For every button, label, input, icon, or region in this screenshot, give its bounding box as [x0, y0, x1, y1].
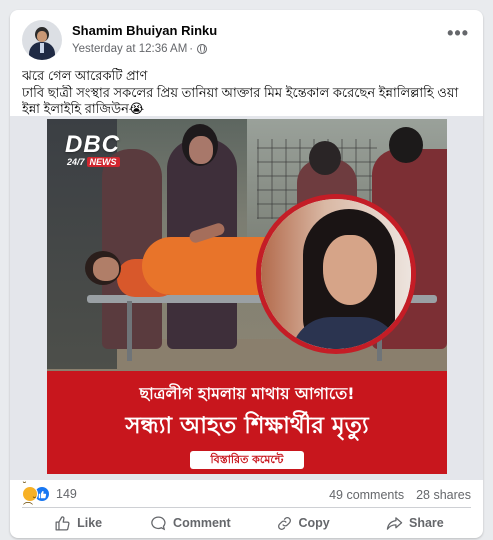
logo-main-text: DBC	[65, 131, 120, 158]
news-banner: ছাত্রলীগ হামলায় মাথায় আগাতে! সন্ধ্যা আ…	[47, 371, 447, 474]
like-label: Like	[77, 516, 103, 530]
post-timestamp[interactable]: Yesterday at 12:36 AM	[72, 43, 187, 55]
comments-count[interactable]: 49 comments	[329, 488, 404, 502]
sad-reaction-icon: ˘︵˘	[22, 481, 38, 507]
share-label: Share	[409, 516, 444, 530]
globe-icon	[197, 44, 208, 54]
like-icon	[55, 515, 70, 531]
shares-count[interactable]: 28 shares	[416, 488, 471, 502]
author-name[interactable]: Shamim Bhuiyan Rinku	[72, 23, 217, 38]
author-avatar[interactable]	[22, 20, 62, 60]
banner-headline: সন্ধ্যা আহত শিক্ষার্থীর মৃত্যু	[125, 413, 369, 439]
banner-details-pill: বিস্তারিত কমেন্টে	[190, 451, 304, 469]
banner-subheadline: ছাত্রলীগ হামলায় মাথায় আগাতে!	[139, 384, 355, 403]
engagement-counts: 49 comments 28 shares	[329, 488, 471, 502]
post-meta: Yesterday at 12:36 AM ·	[72, 43, 208, 55]
share-button[interactable]: Share	[359, 509, 471, 537]
more-options-icon[interactable]: •••	[447, 24, 469, 42]
share-icon	[386, 516, 403, 530]
action-divider	[22, 507, 471, 508]
news-photo[interactable]: DBC 24/7 NEWS ছাত্রলীগ হামলায় মাথায় আগা…	[47, 119, 447, 474]
reaction-count: 149	[56, 487, 77, 501]
portrait-inset	[256, 194, 416, 354]
post-stats: ˘︵˘ 149 49 comments 28 shares	[22, 481, 471, 507]
comment-icon	[151, 515, 166, 530]
logo-sub-text: 24/7 NEWS	[67, 157, 120, 167]
post-card: Shamim Bhuiyan Rinku Yesterday at 12:36 …	[10, 10, 483, 538]
reactions-summary[interactable]: ˘︵˘ 149	[22, 481, 77, 507]
action-bar: Like Comment Copy Share	[22, 509, 471, 537]
post-text-line: ঝরে গেল আরেকটি প্রাণ	[22, 68, 148, 83]
link-icon	[277, 516, 291, 530]
copy-button[interactable]: Copy	[247, 509, 359, 537]
comment-label: Comment	[173, 516, 231, 530]
post-header: Shamim Bhuiyan Rinku Yesterday at 12:36 …	[22, 20, 471, 64]
copy-label: Copy	[298, 516, 330, 530]
comment-button[interactable]: Comment	[134, 509, 246, 537]
like-button[interactable]: Like	[22, 509, 134, 537]
meta-separator: ·	[189, 43, 194, 55]
post-text-line: ঢাবি ছাত্রী সংস্থার সকলের প্রিয় তানিয়া…	[22, 84, 459, 100]
post-text: ঝরে গেল আরেকটি প্রাণ ঢাবি ছাত্রী সংস্থার…	[22, 68, 471, 118]
post-media[interactable]: DBC 24/7 NEWS ছাত্রলীগ হামলায় মাথায় আগা…	[10, 116, 483, 480]
channel-logo: DBC 24/7 NEWS	[65, 131, 139, 177]
